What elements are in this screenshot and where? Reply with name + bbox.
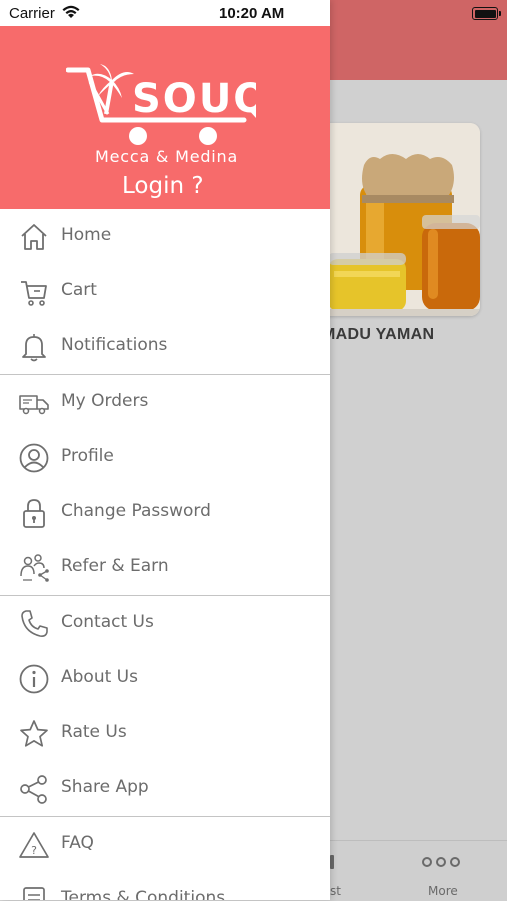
truck-icon [19,395,49,415]
menu-label: About Us [61,667,138,687]
menu-item-home[interactable]: Home [0,209,330,264]
cart-icon [21,281,47,306]
status-bar: Carrier 10:20 AM [0,0,330,26]
login-link[interactable]: Login ? [122,173,204,199]
user-icon [19,443,49,473]
menu-label: Home [61,225,112,245]
menu-item-change-password[interactable]: Change Password [0,485,330,540]
product-name: MADU YAMAN [322,326,435,343]
tab-more[interactable]: More [428,884,458,898]
carrier-label: Carrier [9,5,55,22]
battery-icon [472,7,501,20]
tab-icon-partial [330,855,334,869]
menu-item-share-app[interactable]: Share App [0,761,330,816]
menu-label: Change Password [61,501,211,521]
menu-item-contact-us[interactable]: Contact Us [0,596,330,651]
product-card[interactable] [318,123,480,316]
menu-label: FAQ [61,833,94,853]
wifi-icon [62,5,80,18]
menu-item-cart[interactable]: Cart [0,264,330,319]
menu-label: Refer & Earn [61,556,169,576]
menu-label: Rate Us [61,722,127,742]
bottom-tab-bar: st More [330,840,507,901]
menu-item-faq[interactable]: ? FAQ [0,817,330,872]
share-icon [20,775,47,804]
info-icon [19,664,49,694]
menu-item-rate-us[interactable]: Rate Us [0,706,330,761]
menu-label: Cart [61,280,97,300]
menu-item-profile[interactable]: Profile [0,430,330,485]
faq-icon: ? [19,832,49,858]
status-time: 10:20 AM [219,5,285,22]
refer-icon [20,554,49,582]
honey-jars-image [318,123,480,316]
drawer-header: SOUQ Mecca & Medina Login ? [0,26,330,209]
menu-label: Notifications [61,335,168,355]
souq-logo: SOUQ [66,64,256,145]
menu-label: Contact Us [61,612,154,632]
menu-label: My Orders [61,391,149,411]
brand-subtitle: Mecca & Medina [95,147,239,166]
drawer-menu: Home Cart Notifications My Orders Profil… [0,209,330,900]
bell-icon [22,334,46,362]
home-icon [21,224,47,250]
menu-item-terms[interactable]: Terms & Conditions [0,872,330,900]
svg-text:?: ? [31,844,37,857]
star-icon [20,720,48,747]
navigation-drawer: Carrier 10:20 AM SOUQ Mecca & Medina Log… [0,0,330,900]
menu-label: Profile [61,446,114,466]
menu-item-about-us[interactable]: About Us [0,651,330,706]
lock-icon [23,499,45,528]
tab-label-partial[interactable]: st [330,884,341,898]
menu-item-refer-earn[interactable]: Refer & Earn [0,540,330,595]
svg-text:SOUQ: SOUQ [132,76,256,122]
menu-item-notifications[interactable]: Notifications [0,319,330,374]
phone-icon [21,610,48,637]
more-icon[interactable] [422,857,460,867]
menu-item-my-orders[interactable]: My Orders [0,375,330,430]
document-icon [23,887,45,900]
menu-label: Share App [61,777,149,797]
menu-label: Terms & Conditions [61,888,226,900]
